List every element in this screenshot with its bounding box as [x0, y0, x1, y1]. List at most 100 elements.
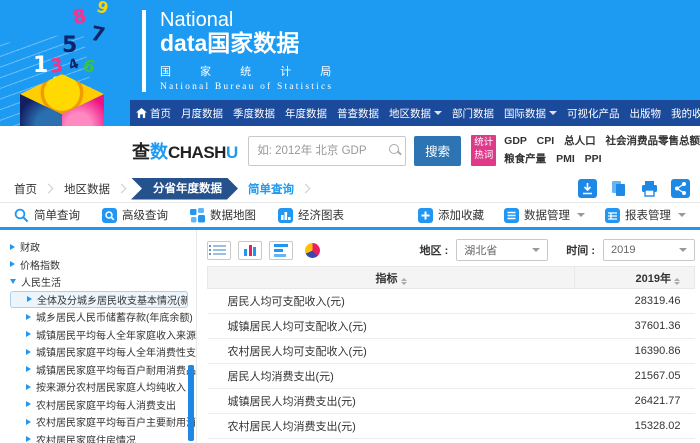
search-button[interactable]: 搜索 — [414, 136, 462, 166]
download-icon[interactable] — [578, 179, 597, 198]
list-manage-icon — [504, 208, 519, 223]
nav-publications[interactable]: 出版物 — [630, 106, 662, 121]
brand-line2: data国家数据 — [160, 31, 344, 56]
indicator-column-header[interactable]: 指标 — [208, 267, 575, 289]
chashu-latin: CHASH — [168, 143, 226, 162]
search-icon — [389, 144, 399, 154]
logo-digit: 9 — [94, 0, 110, 18]
sidebar-item-people-life[interactable]: 人民生活 — [10, 273, 196, 291]
table-row: 居民人均消费支出(元) 21567.05 — [208, 364, 695, 389]
caret-right-icon — [10, 261, 15, 267]
chart-icon — [278, 208, 293, 223]
sidebar-scrollbar-thumb[interactable] — [188, 365, 194, 441]
tree-label: 人民生活 — [21, 274, 61, 289]
breadcrumb-regional-data[interactable]: 地区数据 — [64, 181, 110, 197]
list-view-icon[interactable] — [207, 241, 231, 260]
value-cell: 26421.77 — [575, 389, 695, 414]
table-row: 居民人均可支配收入(元) 28319.46 — [208, 289, 695, 314]
value-cell: 15328.02 — [575, 414, 695, 439]
tree-label: 农村居民家庭平均每百户主要耐用消费品 — [36, 414, 196, 429]
time-select[interactable]: 2019 — [603, 239, 695, 261]
search-input[interactable] — [248, 136, 406, 166]
chevron-down-icon — [577, 213, 585, 217]
sidebar-subitem-urban-income-source[interactable]: 城镇居民平均每人全年家庭收入来源 — [10, 326, 196, 344]
nav-department-data[interactable]: 部门数据 — [452, 106, 494, 121]
value-cell: 37601.36 — [575, 314, 695, 339]
advanced-search-icon — [102, 208, 117, 223]
chevron-right-icon — [301, 184, 311, 194]
print-icon[interactable] — [640, 179, 659, 198]
sidebar-subitem-rural-net-income[interactable]: 按来源分农村居民家庭人均纯收入 — [10, 378, 196, 396]
nav-label: 国际数据 — [504, 106, 546, 121]
nav-monthly-data[interactable]: 月度数据 — [181, 106, 223, 121]
crumb-action-buttons — [578, 179, 690, 198]
caret-right-icon — [26, 419, 31, 425]
tree-label: 价格指数 — [20, 257, 60, 272]
nav-annual-data[interactable]: 年度数据 — [285, 106, 327, 121]
sidebar-subitem-urban-consumption[interactable]: 城镇居民家庭平均每人全年消费性支出 — [10, 343, 196, 361]
data-manage-button[interactable]: 数据管理 — [504, 207, 585, 223]
year-column-header[interactable]: 2019年 — [575, 267, 695, 289]
cube-logo-icon — [20, 74, 104, 126]
sidebar-subitem-savings[interactable]: 城乡居民人民币储蓄存款(年底余额) — [10, 308, 196, 326]
region-select[interactable]: 湖北省 — [456, 239, 548, 261]
tree-label: 按来源分农村居民家庭人均纯收入 — [36, 379, 186, 394]
nav-regional-data[interactable]: 地区数据 — [389, 106, 442, 121]
tree-label: 农村居民家庭住房情况 — [36, 432, 136, 443]
tree-label: 财政 — [20, 239, 40, 254]
nav-visual-products[interactable]: 可视化产品 — [567, 106, 620, 121]
add-favorite-button[interactable]: 添加收藏 — [418, 207, 484, 223]
header-label: 2019年 — [636, 273, 671, 285]
breadcrumb-home[interactable]: 首页 — [14, 181, 37, 197]
sidebar-subitem-urban-durables[interactable]: 城镇居民家庭平均每百户耐用消费品拥有量 — [10, 361, 196, 379]
hot-words-line1[interactable]: GDP CPI 总人口 社会消费品零售总额 — [504, 133, 700, 151]
horizontal-bar-icon[interactable] — [269, 241, 293, 260]
bar-chart-icon[interactable] — [238, 241, 262, 260]
share-icon[interactable] — [671, 179, 690, 198]
tree-label: 全体及分城乡居民收支基本情况(新口径) — [37, 292, 188, 307]
chevron-right-icon — [44, 184, 54, 194]
sidebar-subitem-rural-consumption[interactable]: 农村居民家庭平均每人消费支出 — [10, 396, 196, 414]
search-section: 查数CHASHU 搜索 统计 热词 GDP CPI 总人口 社会消费品零售总额 … — [0, 126, 700, 175]
filters: 地区 : 湖北省 时间 : 2019 — [402, 239, 695, 261]
sidebar-item-price-index[interactable]: 价格指数 — [10, 256, 196, 274]
indicator-cell: 城镇居民人均消费支出(元) — [208, 389, 575, 414]
breadcrumb-province-annual[interactable]: 分省年度数据 — [131, 178, 238, 200]
caret-right-icon — [26, 331, 31, 337]
tree-label: 城乡居民人民币储蓄存款(年底余额) — [36, 309, 193, 324]
breadcrumb-simple-query[interactable]: 简单查询 — [248, 181, 294, 197]
nav-census-data[interactable]: 普查数据 — [337, 106, 379, 121]
tree-label: 城镇居民家庭平均每人全年消费性支出 — [36, 344, 196, 359]
chashu-latin-accent: U — [226, 143, 238, 162]
hot-words-line2[interactable]: 粮食产量 PMI PPI — [504, 151, 700, 169]
advanced-query-button[interactable]: 高级查询 — [102, 207, 168, 223]
national-data-page: 9 8 7 5 1 3 4 6 2 National data国家数据 国 家 … — [0, 0, 700, 443]
report-manage-button[interactable]: 报表管理 — [605, 207, 686, 223]
copy-icon[interactable] — [609, 179, 628, 198]
nav-home[interactable]: 首页 — [136, 106, 171, 121]
nav-quarterly-data[interactable]: 季度数据 — [233, 106, 275, 121]
time-label: 时间 : — [566, 242, 595, 258]
breadcrumb: 首页 地区数据 分省年度数据 简单查询 — [0, 175, 700, 203]
chevron-down-icon — [549, 111, 557, 115]
chevron-down-icon — [678, 213, 686, 217]
economic-charts-button[interactable]: 经济图表 — [278, 207, 344, 223]
hot-words: GDP CPI 总人口 社会消费品零售总额 粮食产量 PMI PPI — [504, 133, 700, 169]
pie-chart-icon[interactable] — [300, 241, 324, 260]
tree-label: 农村居民家庭平均每人消费支出 — [36, 397, 176, 412]
sidebar-subitem-income-basic[interactable]: 全体及分城乡居民收支基本情况(新口径) — [10, 291, 188, 309]
data-content: 地区 : 湖北省 时间 : 2019 指标 — [196, 230, 700, 443]
caret-right-icon — [26, 384, 31, 390]
simple-query-button[interactable]: 简单查询 — [14, 207, 80, 223]
sidebar-item-finance[interactable]: 财政 — [10, 238, 196, 256]
nav-my-favorites[interactable]: 我的收藏 — [671, 106, 700, 121]
tool-label: 数据管理 — [524, 207, 570, 223]
sidebar-subitem-rural-housing[interactable]: 农村居民家庭住房情况 — [10, 431, 196, 443]
tool-label: 经济图表 — [298, 207, 344, 223]
data-map-button[interactable]: 数据地图 — [190, 207, 256, 223]
caret-down-icon — [10, 279, 16, 284]
chashu-shu: 数 — [150, 142, 168, 162]
caret-right-icon — [26, 366, 31, 372]
sidebar-subitem-rural-durables[interactable]: 农村居民家庭平均每百户主要耐用消费品 — [10, 413, 196, 431]
nav-international-data[interactable]: 国际数据 — [504, 106, 557, 121]
